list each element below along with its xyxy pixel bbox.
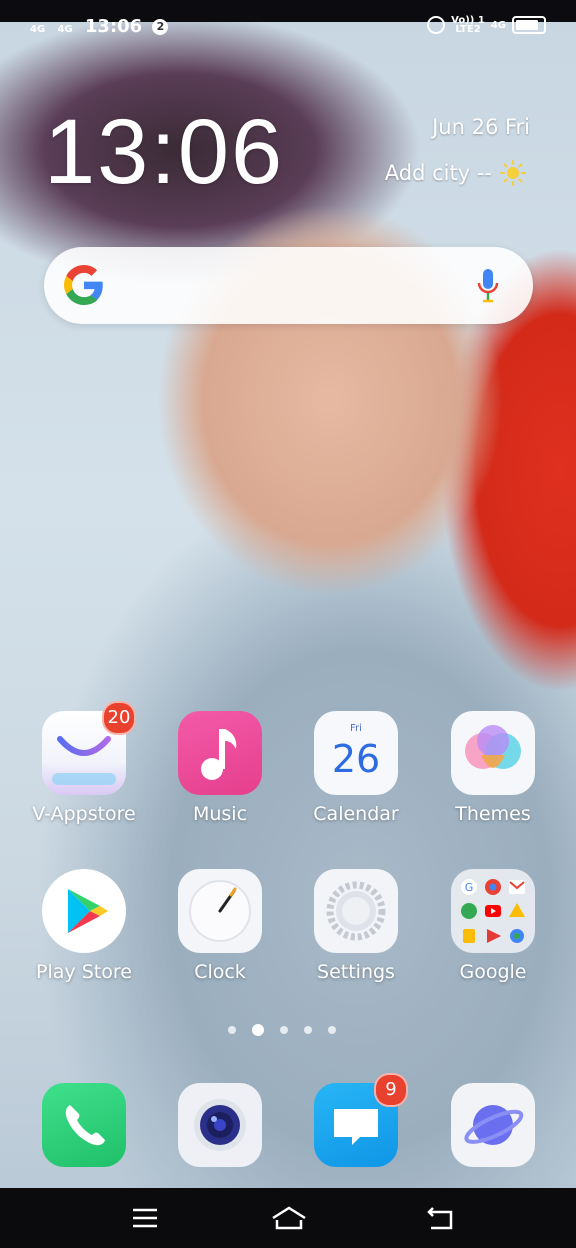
messages-badge: 9 xyxy=(374,1073,408,1107)
page-dot[interactable] xyxy=(280,1026,288,1034)
play-triangle-glyph xyxy=(68,889,108,933)
dock-phone[interactable] xyxy=(19,1083,149,1167)
clock-face-glyph xyxy=(189,880,251,942)
back-icon[interactable] xyxy=(419,1196,463,1240)
app-calendar[interactable]: Fri 26 Calendar xyxy=(291,711,421,825)
status-right: Vo)) 1 LTE2 4G xyxy=(427,16,546,35)
page-dot[interactable] xyxy=(328,1026,336,1034)
camera-lens-glyph xyxy=(194,1099,246,1151)
page-indicator[interactable] xyxy=(228,1024,336,1036)
menu-icon[interactable] xyxy=(123,1196,167,1240)
app-label: Google xyxy=(459,961,527,983)
music-icon xyxy=(178,711,262,795)
phone-handset-glyph xyxy=(65,1105,105,1146)
microphone-icon[interactable] xyxy=(475,267,501,305)
gear-icon xyxy=(326,881,386,941)
v-appstore-icon: 20 xyxy=(42,701,136,795)
calendar-day-number: 26 xyxy=(331,737,381,781)
lte-label: LTE2 xyxy=(455,24,481,35)
page-dot[interactable] xyxy=(228,1026,236,1034)
page-dot[interactable] xyxy=(304,1026,312,1034)
notification-count-badge: 2 xyxy=(152,19,169,35)
phone-icon xyxy=(42,1083,126,1167)
network-indicator-3: 4G xyxy=(490,19,506,31)
network-indicator-2: 4G xyxy=(57,24,73,35)
settings-icon xyxy=(314,869,398,953)
volte-indicator: Vo)) 1 LTE2 xyxy=(451,16,485,35)
v-appstore-badge: 20 xyxy=(102,701,136,735)
dock-camera[interactable] xyxy=(155,1083,285,1167)
svg-text:G: G xyxy=(465,881,474,894)
browser-icon xyxy=(451,1083,535,1167)
app-label: V-Appstore xyxy=(32,803,136,825)
app-google-folder[interactable]: G Google xyxy=(428,869,558,983)
network-indicator-1: 4G xyxy=(30,24,46,35)
battery-fill xyxy=(516,20,539,30)
status-time: 13:06 xyxy=(84,16,143,37)
dock-browser[interactable] xyxy=(428,1083,558,1167)
music-note-glyph xyxy=(201,729,237,780)
app-v-appstore[interactable]: 20 V-Appstore xyxy=(19,701,149,825)
themes-icon xyxy=(451,711,535,795)
app-label: Music xyxy=(192,803,248,825)
google-apps-grid-glyph: G xyxy=(461,879,525,943)
status-left: 4G 4G 13:06 2 xyxy=(30,16,169,37)
app-play-store[interactable]: Play Store xyxy=(19,869,149,983)
app-music[interactable]: Music xyxy=(155,711,285,825)
battery-icon xyxy=(512,16,546,34)
widget-weather[interactable]: Add city -- xyxy=(385,160,526,186)
calendar-day-name: Fri xyxy=(350,723,362,734)
play-store-icon xyxy=(42,869,126,953)
app-label: Calendar xyxy=(313,803,399,825)
sun-icon xyxy=(500,160,526,186)
page-dot[interactable] xyxy=(252,1024,264,1036)
clock-icon xyxy=(178,869,262,953)
status-bar: 4G 4G 13:06 2 Vo)) 1 LTE2 4G xyxy=(0,8,576,48)
widget-clock[interactable]: 13:06 xyxy=(44,100,284,205)
app-label: Play Store xyxy=(36,961,132,983)
add-city-label: Add city -- xyxy=(384,161,492,185)
messages-icon: 9 xyxy=(314,1073,408,1167)
app-settings[interactable]: Settings xyxy=(291,869,421,983)
dock-messages[interactable]: 9 xyxy=(291,1073,421,1167)
calendar-icon: Fri 26 xyxy=(314,711,398,795)
app-label: Themes xyxy=(455,803,531,825)
app-label: Clock xyxy=(194,961,246,983)
google-folder-icon: G xyxy=(451,869,535,953)
widget-date[interactable]: Jun 26 Fri xyxy=(432,115,530,139)
alarm-icon xyxy=(427,16,446,34)
themes-glyph xyxy=(465,725,521,769)
app-themes[interactable]: Themes xyxy=(428,711,558,825)
app-clock[interactable]: Clock xyxy=(155,869,285,983)
home-icon[interactable] xyxy=(267,1196,311,1240)
google-search-bar[interactable] xyxy=(44,247,533,324)
app-label: Settings xyxy=(317,961,395,983)
camera-icon xyxy=(178,1083,262,1167)
navigation-bar xyxy=(0,1188,576,1248)
planet-icon xyxy=(464,1105,524,1145)
google-logo-icon xyxy=(64,265,103,305)
